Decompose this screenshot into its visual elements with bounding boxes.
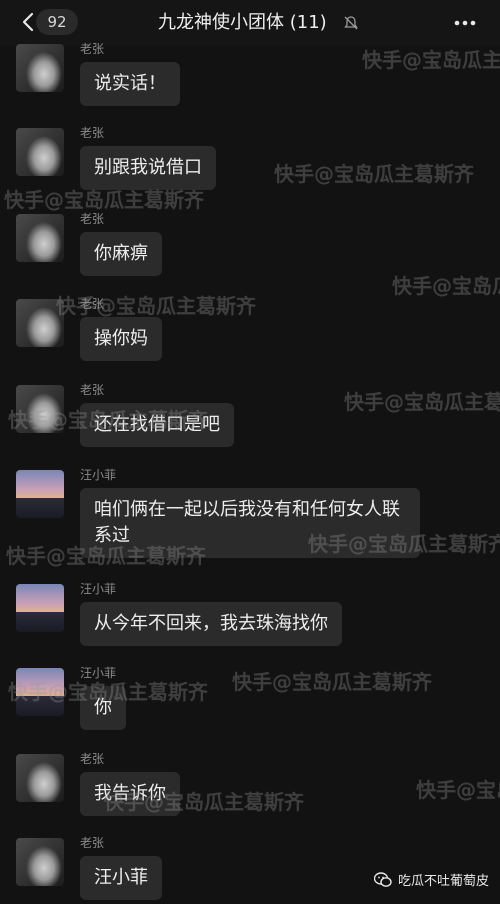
message-bubble[interactable]: 别跟我说借口: [80, 146, 216, 190]
message-bubble[interactable]: 我告诉你: [80, 772, 180, 816]
sender-name: 老张: [80, 836, 105, 850]
watermark: 快手@宝岛瓜主葛斯齐: [362, 48, 500, 72]
watermark: 快手@宝岛瓜主葛斯齐: [232, 670, 432, 694]
message-bubble[interactable]: 从今年不回来，我去珠海找你: [80, 602, 342, 646]
watermark: 快手@宝岛瓜主葛斯齐: [392, 274, 500, 298]
avatar[interactable]: [16, 838, 64, 886]
source-label: 吃瓜不吐葡萄皮: [398, 874, 490, 889]
sender-name: 老张: [80, 126, 105, 140]
avatar[interactable]: [16, 470, 64, 518]
message-bubble[interactable]: 你麻痹: [80, 232, 162, 276]
sender-name: 汪小菲: [80, 666, 117, 680]
watermark: 快手@宝岛瓜主葛斯齐: [274, 162, 474, 186]
more-icon[interactable]: [452, 14, 478, 32]
avatar[interactable]: [16, 299, 64, 347]
sender-name: 汪小菲: [80, 468, 117, 482]
avatar[interactable]: [16, 128, 64, 176]
avatar[interactable]: [16, 668, 64, 716]
sender-name: 老张: [80, 383, 105, 397]
chat-title: 九龙神使小团体 (11): [158, 12, 327, 33]
message-bubble[interactable]: 还在找借口是吧: [80, 403, 234, 447]
avatar[interactable]: [16, 584, 64, 632]
unread-count-badge[interactable]: 92: [36, 9, 78, 35]
sender-name: 老张: [80, 752, 105, 766]
chat-header: 92 九龙神使小团体 (11): [0, 0, 500, 46]
message-bubble[interactable]: 说实话！: [80, 62, 180, 106]
sender-name: 汪小菲: [80, 582, 117, 596]
avatar[interactable]: [16, 754, 64, 802]
mute-bell-icon: [344, 16, 358, 30]
watermark: 快手@宝岛瓜主葛斯齐: [416, 778, 500, 802]
sender-name: 老张: [80, 212, 105, 226]
message-bubble[interactable]: 操你妈: [80, 317, 162, 361]
sender-name: 老张: [80, 42, 105, 56]
sender-name: 老张: [80, 297, 105, 311]
avatar[interactable]: [16, 214, 64, 262]
message-bubble[interactable]: 汪小菲: [80, 856, 162, 900]
avatar[interactable]: [16, 385, 64, 433]
wechat-logo-icon: [374, 872, 392, 887]
avatar[interactable]: [16, 44, 64, 92]
message-bubble[interactable]: 咱们俩在一起以后我没有和任何女人联系过: [80, 488, 420, 558]
watermark: 快手@宝岛瓜主葛斯齐: [344, 390, 500, 414]
message-bubble[interactable]: 你: [80, 686, 126, 730]
